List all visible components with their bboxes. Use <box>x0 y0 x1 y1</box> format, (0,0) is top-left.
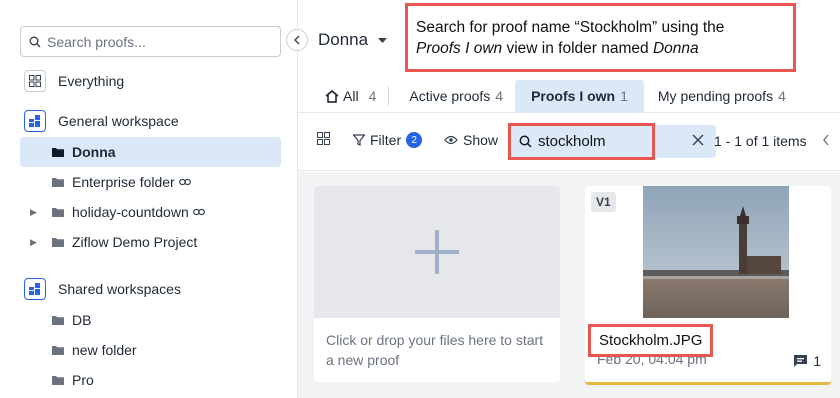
sidebar-item-db[interactable]: DB <box>20 305 281 335</box>
sidebar-item-label: new folder <box>72 342 137 358</box>
version-badge: V1 <box>591 192 616 212</box>
page-title: Donna <box>318 30 369 49</box>
view-toggle-button[interactable] <box>317 132 330 145</box>
sidebar-item-label: Everything <box>58 73 125 89</box>
filter-label: Filter <box>370 132 402 148</box>
sidebar-item-label: DB <box>72 312 92 328</box>
sidebar-item-enterprise-folder[interactable]: Enterprise folder <box>20 167 281 197</box>
filter-button[interactable]: Filter 2 <box>353 132 423 148</box>
comment-count[interactable]: 1 <box>794 353 821 369</box>
upload-card[interactable]: Click or drop your files here to start a… <box>314 186 560 382</box>
close-icon <box>692 134 704 146</box>
show-label: Show <box>463 132 499 148</box>
link-icon <box>192 208 205 216</box>
comment-count-value: 1 <box>813 353 821 369</box>
sidebar: Search proofs... Everything General work… <box>0 0 298 398</box>
folder-icon <box>52 315 64 325</box>
proof-card[interactable]: V1 Stockholm.JPG Feb 20, 04:04 pm 1 <box>585 186 831 385</box>
grid-icon <box>24 70 46 92</box>
tab-all[interactable]: All 4 <box>298 80 388 113</box>
callout-line1: Search for proof name “Stockholm” using … <box>416 19 725 36</box>
filter-count-badge: 2 <box>406 132 423 148</box>
tab-active-proofs[interactable]: Active proofs 4 <box>389 80 515 113</box>
caret-down-icon <box>378 37 388 43</box>
sidebar-item-label: Shared workspaces <box>58 281 181 297</box>
workspace-icon <box>24 110 46 132</box>
folder-icon <box>52 147 64 157</box>
folder-title-dropdown[interactable]: Donna <box>318 30 388 50</box>
tab-my-pending-proofs[interactable]: My pending proofs 4 <box>644 80 798 113</box>
tab-label: All <box>343 88 359 104</box>
chevron-left-icon <box>294 35 300 45</box>
tab-proofs-i-own[interactable]: Proofs I own 1 <box>515 79 644 113</box>
callout-mid: view in folder named <box>502 40 653 57</box>
tab-label: Proofs I own <box>531 88 616 104</box>
prev-page-button[interactable] <box>822 133 830 151</box>
view-tabs: All 4 Active proofs 4 Proofs I own 1 My pen… <box>298 79 840 113</box>
tab-count: 4 <box>495 88 504 104</box>
sidebar-item-new-folder[interactable]: new folder <box>20 335 281 365</box>
sidebar-item-label: Enterprise folder <box>72 174 175 190</box>
instruction-callout: Search for proof name “Stockholm” using … <box>405 3 796 72</box>
sidebar-item-label: Pro <box>72 372 94 388</box>
tab-label: My pending proofs <box>657 88 774 104</box>
sidebar-item-label: Ziflow Demo Project <box>72 234 198 250</box>
clear-search-button[interactable] <box>692 133 704 151</box>
grid-view-icon <box>317 132 330 145</box>
plus-icon <box>415 230 459 274</box>
folder-icon <box>52 345 64 355</box>
sidebar-item-label: General workspace <box>58 113 179 129</box>
proof-name[interactable]: Stockholm.JPG <box>588 324 713 357</box>
filter-icon <box>353 134 365 146</box>
workspace-icon <box>24 278 46 300</box>
sidebar-search-input[interactable]: Search proofs... <box>20 26 281 57</box>
folder-icon <box>52 375 64 385</box>
expand-caret-icon[interactable]: ▶ <box>30 237 37 248</box>
upload-instructions: Click or drop your files here to start a… <box>326 332 544 368</box>
show-button[interactable]: Show <box>444 132 498 148</box>
sidebar-item-donna[interactable]: Donna <box>20 137 281 167</box>
tab-count: 1 <box>620 88 628 104</box>
comment-icon <box>794 355 808 367</box>
tab-label: Active proofs <box>409 88 491 104</box>
proof-search-input[interactable]: stockholm <box>508 123 655 160</box>
callout-italic2: Donna <box>652 40 699 57</box>
sidebar-item-ziflow-demo-project[interactable]: ▶ Ziflow Demo Project <box>20 227 281 257</box>
chevron-left-icon <box>823 134 829 146</box>
proof-thumbnail[interactable] <box>643 186 789 318</box>
collapse-sidebar-button[interactable] <box>286 29 308 51</box>
callout-italic1: Proofs I own <box>416 40 503 57</box>
folder-icon <box>52 237 64 247</box>
sidebar-item-holiday-countdown[interactable]: ▶ holiday-countdown <box>20 197 281 227</box>
folder-icon <box>52 177 64 187</box>
expand-caret-icon[interactable]: ▶ <box>30 207 37 218</box>
sidebar-item-general-workspace[interactable]: General workspace <box>20 106 281 136</box>
pagination-info: 1 - 1 of 1 items <box>714 133 807 149</box>
sidebar-item-shared-workspaces[interactable]: Shared workspaces <box>20 274 281 304</box>
sidebar-item-label: Donna <box>72 144 116 160</box>
proof-grid: Click or drop your files here to start a… <box>298 172 840 398</box>
folder-icon <box>52 207 64 217</box>
sidebar-item-label: holiday-countdown <box>72 204 189 220</box>
home-icon <box>325 89 339 103</box>
search-value: stockholm <box>538 133 606 150</box>
eye-icon <box>444 135 458 145</box>
tab-count: 4 <box>778 88 786 104</box>
sidebar-search-placeholder: Search proofs... <box>47 33 146 50</box>
tab-count: 4 <box>368 88 377 104</box>
link-icon <box>178 178 191 186</box>
toolbar: Filter 2 Show stockholm 1 - 1 of 1 items <box>298 113 840 171</box>
sidebar-item-pro[interactable]: Pro <box>20 365 281 395</box>
search-icon <box>519 135 532 148</box>
search-icon <box>29 36 41 47</box>
upload-drop-area[interactable] <box>314 186 560 318</box>
sidebar-item-everything[interactable]: Everything <box>20 66 281 96</box>
